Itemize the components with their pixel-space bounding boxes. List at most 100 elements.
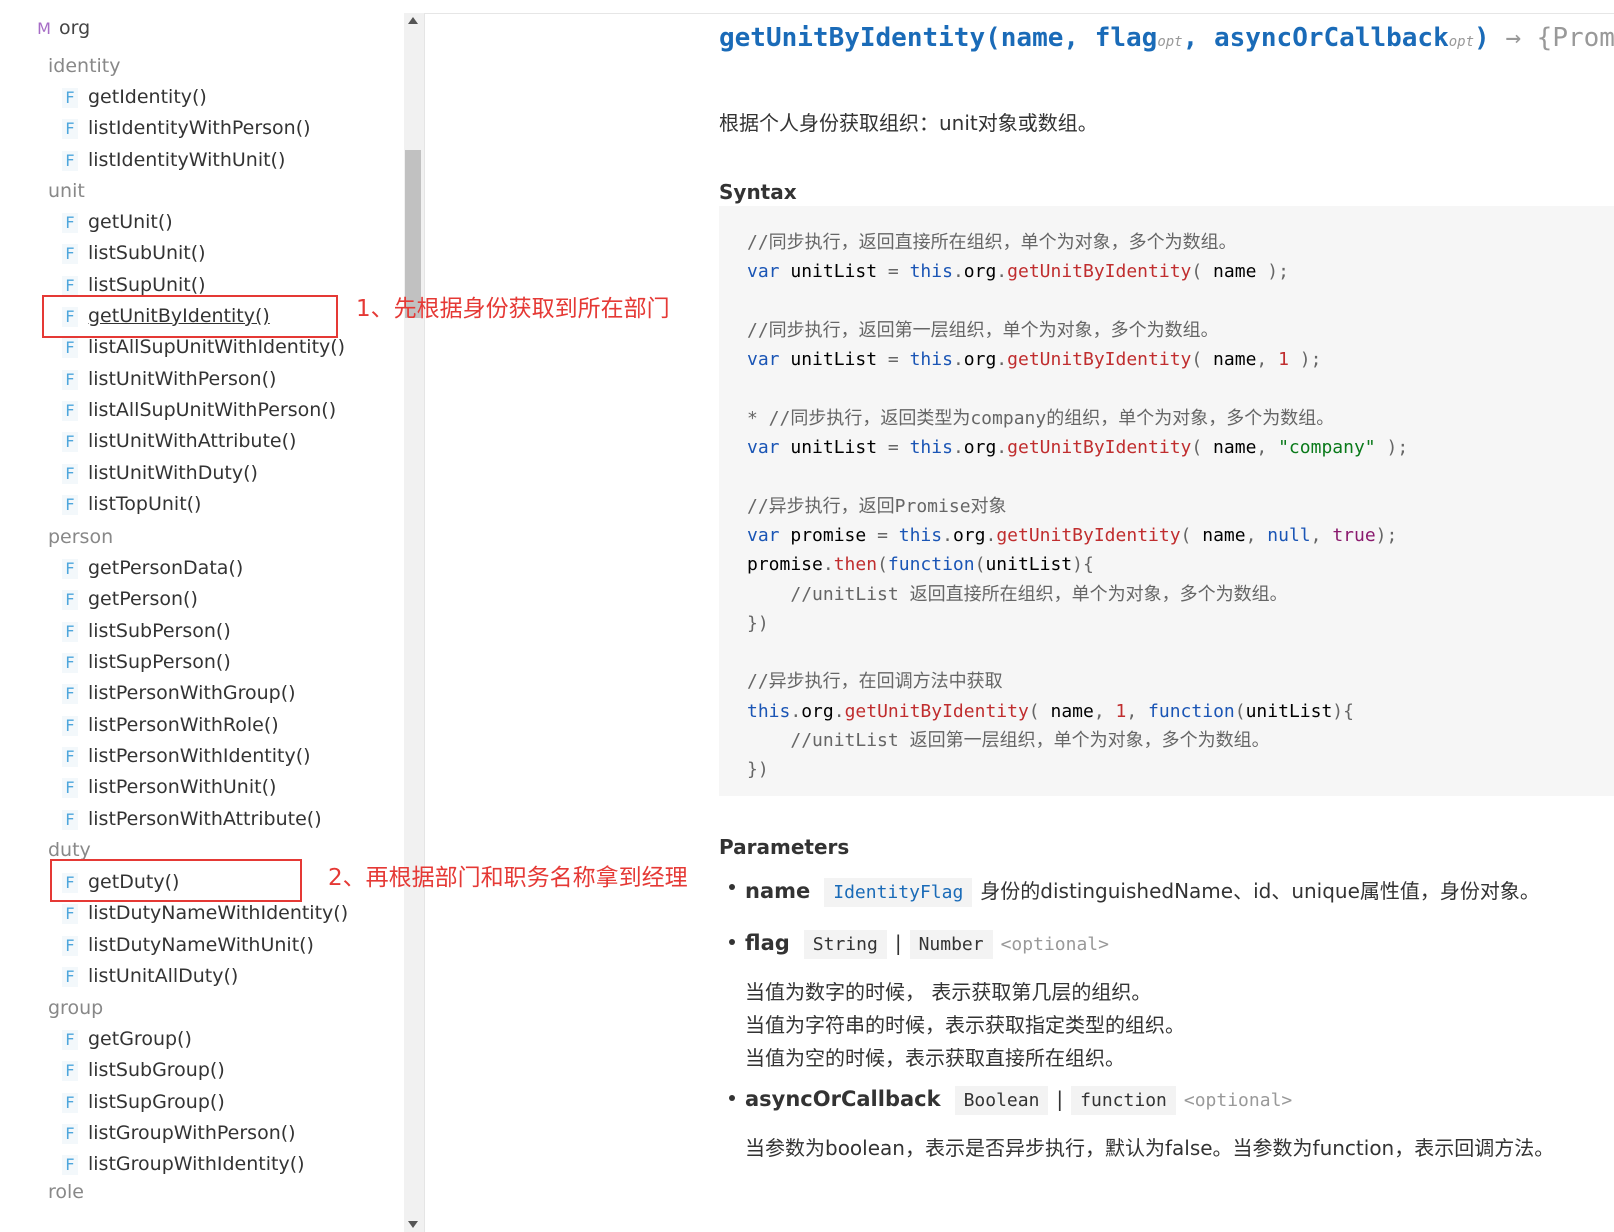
sidebar-category-role: role [48,1181,84,1203]
sidebar-module-org[interactable]: Morg [35,17,90,39]
module-icon: M [37,19,51,38]
function-icon: F [62,590,78,610]
signature-fn: getUnitByIdentity( [719,23,1001,53]
syntax-heading: Syntax [719,180,797,204]
sidebar-item-label: listDutyNameWithUnit() [88,934,314,956]
sidebar-item-list-person-with-unit[interactable]: FlistPersonWithUnit() [62,776,276,798]
function-icon: F [62,559,78,579]
sidebar-item-list-duty-name-with-unit[interactable]: FlistDutyNameWithUnit() [62,934,314,956]
sidebar-item-label: listSubPerson() [88,620,231,642]
sidebar-item-label: getUnit() [88,211,173,233]
sidebar-item-list-unit-with-attribute[interactable]: FlistUnitWithAttribute() [62,430,296,452]
sidebar-nav: Morg identity unit person duty group rol… [0,13,404,1232]
function-icon: F [62,716,78,736]
param-type-link[interactable]: IdentityFlag [824,878,973,907]
sidebar-category-person: person [48,526,114,548]
sidebar-item-list-person-with-role[interactable]: FlistPersonWithRole() [62,714,279,736]
sidebar-item-get-identity[interactable]: FgetIdentity() [62,86,207,108]
param-optional: <optional> [1183,1090,1293,1111]
sidebar-item-list-unit-all-duty[interactable]: FlistUnitAllDuty() [62,965,238,987]
function-icon: F [62,1093,78,1113]
function-icon: F [62,1155,78,1175]
function-icon: F [62,967,78,987]
sidebar-item-list-sup-group[interactable]: FlistSupGroup() [62,1091,225,1113]
sidebar-item-list-group-with-identity[interactable]: FlistGroupWithIdentity() [62,1153,305,1175]
syntax-code-block: //同步执行，返回直接所在组织，单个为对象，多个为数组。 var unitLis… [719,206,1614,796]
param-flag: flag String | Number <optional> [729,930,1109,959]
sidebar-item-label: listSupUnit() [88,274,206,296]
sidebar-item-list-person-with-attribute[interactable]: FlistPersonWithAttribute() [62,808,322,830]
sidebar-item-get-person-data[interactable]: FgetPersonData() [62,557,243,579]
bullet [729,884,735,890]
param-desc: 身份的distinguishedName、id、unique属性值，身份对象。 [980,879,1540,903]
function-icon: F [62,653,78,673]
scroll-down-icon[interactable] [408,1221,418,1228]
sidebar-item-label: listIdentityWithUnit() [88,149,286,171]
sidebar-item-list-sup-unit[interactable]: FlistSupUnit() [62,274,206,296]
sidebar-category-group: group [48,997,104,1019]
function-icon: F [62,213,78,233]
param-flag-desc-2: 当值为字符串的时候，表示获取指定类型的组织。 [745,1013,1185,1037]
highlight-box-getunitbyidentity [42,295,338,338]
method-description: 根据个人身份获取组织：unit对象或数组。 [719,111,1098,135]
signature-comma: , [1182,23,1199,53]
sidebar-item-label: listUnitWithAttribute() [88,430,297,452]
sidebar-item-get-person[interactable]: FgetPerson() [62,588,198,610]
signature-opt-async: opt [1448,34,1475,50]
function-icon: F [62,1030,78,1050]
param-name-label: name [745,879,811,903]
sidebar-item-list-top-unit[interactable]: FlistTopUnit() [62,493,201,515]
sidebar-item-list-person-with-group[interactable]: FlistPersonWithGroup() [62,682,296,704]
function-icon: F [62,778,78,798]
sidebar-item-label: listSubGroup() [88,1059,225,1081]
sidebar-item-list-identity-with-person[interactable]: FlistIdentityWithPerson() [62,117,311,139]
sidebar-item-list-all-sup-unit-with-person[interactable]: FlistAllSupUnitWithPerson() [62,399,336,421]
function-icon: F [62,495,78,515]
sidebar-item-label: listGroupWithIdentity() [88,1153,305,1175]
sidebar-item-list-unit-with-duty[interactable]: FlistUnitWithDuty() [62,462,258,484]
function-icon: F [62,1124,78,1144]
sidebar-item-label: listSupPerson() [88,651,231,673]
sidebar-item-label: listGroupWithPerson() [88,1122,296,1144]
sidebar-item-list-sub-person[interactable]: FlistSubPerson() [62,620,231,642]
parameters-heading: Parameters [719,835,850,859]
sidebar-item-list-person-with-identity[interactable]: FlistPersonWithIdentity() [62,745,311,767]
function-icon: F [62,151,78,171]
sidebar-item-list-identity-with-unit[interactable]: FlistIdentityWithUnit() [62,149,285,171]
function-icon: F [62,904,78,924]
sidebar-category-unit: unit [48,180,85,202]
sidebar-item-list-sub-group[interactable]: FlistSubGroup() [62,1059,225,1081]
sidebar-item-label: getIdentity() [88,86,207,108]
param-flag-desc-3: 当值为空的时候，表示获取直接所在组织。 [745,1046,1125,1070]
param-optional: <optional> [1000,934,1109,955]
function-icon: F [62,464,78,484]
scroll-up-icon[interactable] [408,17,418,24]
sidebar-item-label: listIdentityWithPerson() [88,117,311,139]
sidebar-item-list-sup-person[interactable]: FlistSupPerson() [62,651,231,673]
sidebar-item-label: getGroup() [88,1028,192,1050]
sidebar-item-get-group[interactable]: FgetGroup() [62,1028,192,1050]
sidebar-item-label: listUnitWithPerson() [88,368,277,390]
sidebar-item-list-all-sup-unit-with-identity[interactable]: FlistAllSupUnitWithIdentity() [62,336,345,358]
sidebar-scrollbar[interactable] [404,13,424,1232]
function-icon: F [62,401,78,421]
sidebar-item-label: listPersonWithAttribute() [88,808,322,830]
function-icon: F [62,1061,78,1081]
param-flag-label: flag [745,931,790,955]
sidebar-item-label: getPerson() [88,588,198,610]
sidebar-item-label: listSupGroup() [88,1091,225,1113]
sidebar-item-label: listPersonWithIdentity() [88,745,311,767]
sidebar-item-label: listTopUnit() [88,493,202,515]
param-type: function [1071,1086,1176,1115]
sidebar-item-list-duty-name-with-identity[interactable]: FlistDutyNameWithIdentity() [62,902,348,924]
sidebar-item-list-sub-unit[interactable]: FlistSubUnit() [62,242,206,264]
signature-param-name: name, [1000,23,1080,53]
sidebar-item-list-group-with-person[interactable]: FlistGroupWithPerson() [62,1122,296,1144]
param-flag-desc-1: 当值为数字的时候， 表示获取第几层的组织。 [745,980,1152,1004]
sidebar-item-get-unit[interactable]: FgetUnit() [62,211,173,233]
function-icon: F [62,684,78,704]
sidebar-item-list-unit-with-person[interactable]: FlistUnitWithPerson() [62,368,276,390]
function-icon: F [62,370,78,390]
signature-close: ) [1474,23,1490,53]
function-icon: F [62,432,78,452]
